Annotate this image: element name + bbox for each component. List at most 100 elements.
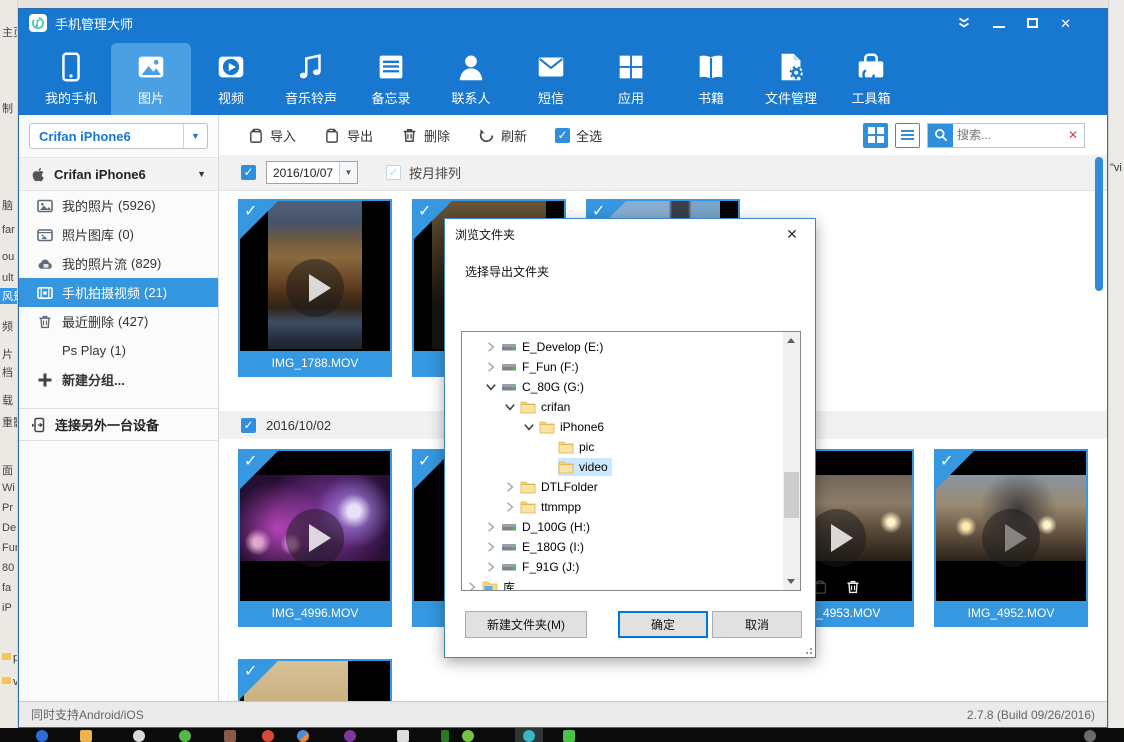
play-icon[interactable]: [286, 509, 344, 567]
scroll-down-icon[interactable]: [787, 579, 795, 584]
taskbar-app-icon[interactable]: [297, 730, 309, 742]
device-header[interactable]: Crifan iPhone6 ▼: [19, 157, 218, 191]
tree-scrollbar[interactable]: [783, 332, 800, 590]
taskbar-app-icon[interactable]: [563, 730, 575, 742]
taskbar-app-icon[interactable]: [397, 730, 409, 742]
tab-toolbox[interactable]: 工具箱: [831, 43, 911, 115]
sort-by-month-toggle[interactable]: 按月排列: [386, 163, 461, 182]
taskbar-app-icon[interactable]: [344, 730, 356, 742]
tab-my-phone[interactable]: 我的手机: [31, 43, 111, 115]
tree-item-drive[interactable]: F_91G (J:): [462, 557, 784, 577]
delete-button[interactable]: 删除: [401, 126, 450, 145]
tree-item-folder[interactable]: crifan: [462, 397, 784, 417]
tree-item-folder[interactable]: pic: [462, 437, 784, 457]
new-folder-button[interactable]: 新建文件夹(M): [465, 611, 587, 638]
tab-books[interactable]: 书籍: [671, 43, 751, 115]
group-checkbox[interactable]: [241, 165, 256, 180]
taskbar-tray-icon[interactable]: [1084, 730, 1096, 742]
dialog-close-icon[interactable]: ✕: [779, 226, 805, 243]
maximize-button[interactable]: [1027, 17, 1039, 30]
refresh-button[interactable]: 刷新: [478, 126, 527, 145]
tree-item-drive[interactable]: C_80G (G:): [462, 377, 784, 397]
video-thumbnail[interactable]: [238, 659, 392, 701]
tab-pictures[interactable]: 图片: [111, 43, 191, 115]
tree-item-folder[interactable]: DTLFolder: [462, 477, 784, 497]
list-view-button[interactable]: [895, 122, 920, 148]
tab-sms[interactable]: 短信: [511, 43, 591, 115]
sidebar-item-photo-stream[interactable]: 我的照片流 (829): [19, 249, 218, 278]
tree-item-drive[interactable]: D_100G (H:): [462, 517, 784, 537]
import-button[interactable]: 导入: [247, 126, 296, 145]
sidebar-item-recently-deleted[interactable]: 最近删除 (427): [19, 307, 218, 336]
tab-videos[interactable]: 视频: [191, 43, 271, 115]
device-selector[interactable]: Crifan iPhone6 ▼: [29, 123, 208, 149]
group-checkbox[interactable]: [241, 417, 256, 433]
tab-memo[interactable]: 备忘录: [351, 43, 431, 115]
chevron-right-icon[interactable]: [504, 501, 516, 513]
sidebar-item-ps-play[interactable]: Ps Play (1): [19, 336, 218, 365]
chevron-down-icon[interactable]: [485, 381, 497, 393]
skin-menu-icon[interactable]: [957, 17, 971, 29]
search-input[interactable]: [953, 128, 1068, 142]
checkbox-faded[interactable]: [386, 165, 401, 180]
chevron-right-icon[interactable]: [485, 361, 497, 373]
play-icon[interactable]: [982, 509, 1040, 567]
tab-contacts[interactable]: 联系人: [431, 43, 511, 115]
content-scrollbar-thumb[interactable]: [1095, 157, 1103, 291]
minimize-button[interactable]: [993, 17, 1006, 30]
cancel-button[interactable]: 取消: [712, 611, 802, 638]
chevron-right-icon[interactable]: [485, 541, 497, 553]
close-button[interactable]: ✕: [1060, 17, 1071, 30]
taskbar-app-icon[interactable]: [441, 730, 449, 742]
clear-search-icon[interactable]: ✕: [1068, 128, 1084, 142]
taskbar-app-icon[interactable]: [133, 730, 145, 742]
resize-grip[interactable]: [804, 646, 812, 654]
tree-item-folder[interactable]: iPhone6: [462, 417, 784, 437]
sidebar-item-new-group[interactable]: 新建分组...: [19, 365, 218, 394]
grid-view-button[interactable]: [863, 122, 888, 148]
ok-button[interactable]: 确定: [618, 611, 708, 638]
play-icon[interactable]: [808, 509, 866, 567]
connect-another-device[interactable]: 连接另外一台设备: [19, 408, 218, 441]
search-icon[interactable]: [928, 123, 953, 147]
search-box[interactable]: ✕: [927, 122, 1085, 148]
tree-item-library[interactable]: 库: [462, 577, 784, 591]
chevron-right-icon[interactable]: [485, 561, 497, 573]
tab-apps[interactable]: 应用: [591, 43, 671, 115]
trash-icon[interactable]: [845, 579, 861, 595]
video-thumbnail[interactable]: IMG_4952.MOV: [934, 449, 1088, 627]
tree-item-drive[interactable]: E_180G (I:): [462, 537, 784, 557]
tree-item-drive[interactable]: E_Develop (E:): [462, 337, 784, 357]
scroll-up-icon[interactable]: [787, 338, 795, 343]
tab-music-ringtone[interactable]: 音乐铃声: [271, 43, 351, 115]
tree-item-drive[interactable]: F_Fun (F:): [462, 357, 784, 377]
chevron-down-icon[interactable]: [523, 421, 535, 433]
video-thumbnail[interactable]: IMG_4996.MOV: [238, 449, 392, 627]
collapse-arrow-icon[interactable]: ▼: [197, 169, 206, 179]
chevron-down-icon[interactable]: ▼: [183, 124, 207, 148]
chevron-right-icon[interactable]: [485, 521, 497, 533]
sidebar-item-my-photos[interactable]: 我的照片 (5926): [19, 191, 218, 220]
taskbar-app-icon[interactable]: [179, 730, 191, 742]
export-button[interactable]: 导出: [324, 126, 373, 145]
tree-scrollbar-thumb[interactable]: [784, 472, 799, 518]
chevron-down-icon[interactable]: [504, 401, 516, 413]
taskbar-app-icon[interactable]: [224, 730, 236, 742]
date-dropdown[interactable]: 2016/10/07 ▼: [266, 161, 358, 184]
select-all-toggle[interactable]: 全选: [555, 126, 602, 145]
taskbar-app-icon[interactable]: [462, 730, 474, 742]
taskbar-folder-icon[interactable]: [80, 730, 92, 742]
sidebar-item-photo-album[interactable]: 照片图库 (0): [19, 220, 218, 249]
checkbox-checked-icon[interactable]: [555, 127, 571, 143]
chevron-right-icon[interactable]: [466, 581, 478, 591]
sidebar-item-camera-videos[interactable]: 手机拍摄视频 (21): [19, 278, 218, 307]
chevron-right-icon[interactable]: [485, 341, 497, 353]
video-thumbnail[interactable]: IMG_1788.MOV: [238, 199, 392, 377]
tree-item-folder[interactable]: ttmmpp: [462, 497, 784, 517]
tab-file-manager[interactable]: 文件管理: [751, 43, 831, 115]
taskbar-active-app-icon[interactable]: [523, 730, 535, 742]
play-icon[interactable]: [286, 259, 344, 317]
taskbar-app-icon[interactable]: [36, 730, 48, 742]
tree-item-folder-selected[interactable]: video: [462, 457, 784, 477]
taskbar-app-icon[interactable]: [262, 730, 274, 742]
